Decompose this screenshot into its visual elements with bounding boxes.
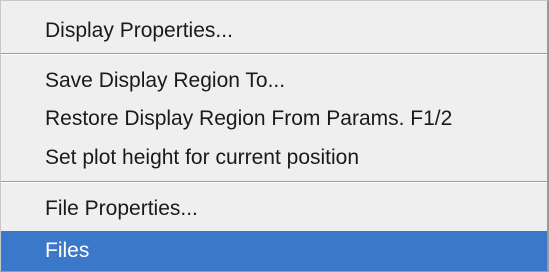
menu-item-file-properties[interactable]: File Properties... (1, 189, 547, 229)
menu-item-restore-display-region[interactable]: Restore Display Region From Params. F1/2 (1, 99, 547, 139)
context-menu: Display Properties... Save Display Regio… (0, 0, 549, 272)
menu-item-save-display-region[interactable]: Save Display Region To... (1, 61, 547, 101)
menu-separator (1, 53, 547, 55)
menu-item-files[interactable]: Files (1, 231, 547, 271)
menu-item-set-plot-height[interactable]: Set plot height for current position (1, 138, 547, 178)
menu-separator (1, 181, 547, 183)
menu-item-display-properties[interactable]: Display Properties... (1, 11, 547, 51)
